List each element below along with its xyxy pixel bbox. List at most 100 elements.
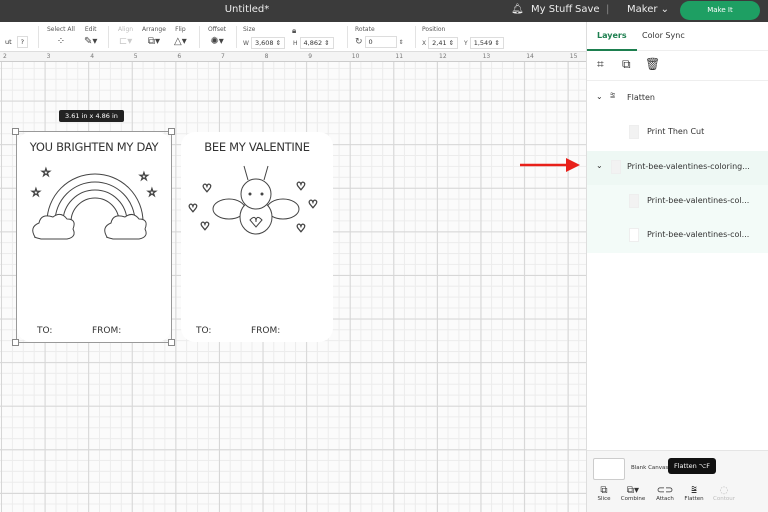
flatten-tooltip: Flatten ⌥F <box>668 458 717 474</box>
divider: | <box>606 4 610 15</box>
flatten-label: Flatten <box>684 496 704 502</box>
flatten-icon: ⩰ <box>691 485 697 496</box>
layer-thumbnail <box>611 160 621 174</box>
layer-bee-valentines-child[interactable]: Print-bee-valentines-col... <box>587 219 768 253</box>
position-label: Position <box>422 26 446 33</box>
resize-handle[interactable] <box>168 128 175 135</box>
select-all-label: Select All <box>47 26 75 33</box>
layer-thumbnail <box>629 194 639 208</box>
combine-icon: ⧉▾ <box>626 485 640 496</box>
operation-select[interactable]: ut <box>2 37 15 47</box>
combine-button[interactable]: ⧉▾ Combine <box>618 485 648 502</box>
select-all-button[interactable]: Select All ⁘ <box>47 26 75 47</box>
dimension-tooltip: 3.61 in x 4.86 in <box>59 110 124 122</box>
lock-icon[interactable]: 🔒︎ <box>292 26 296 36</box>
attach-button[interactable]: ⊂⊃ Attach <box>650 485 680 502</box>
my-stuff-link[interactable]: My Stuff <box>531 4 572 15</box>
flip-button[interactable]: Flip △▾ <box>174 26 187 47</box>
align-button[interactable]: Align ⊏▾ <box>118 26 133 47</box>
size-label: Size <box>243 26 256 33</box>
card-bee-my-valentine[interactable]: BEE MY VALENTINE ♡ ♡ ♡ ♡ ♡ ♡ TO: FROM: <box>181 132 333 342</box>
ruler-tick-label: 13 <box>482 53 491 60</box>
arrange-button[interactable]: Arrange ⧉▾ <box>142 26 166 47</box>
machine-label: Maker <box>627 4 658 15</box>
arrange-icon: ⧉▾ <box>147 36 161 47</box>
layer-thumbnail <box>629 228 639 242</box>
layer-print-then-cut[interactable]: Print Then Cut <box>587 116 768 150</box>
svg-text:♡: ♡ <box>296 222 306 235</box>
chevron-down-icon: ⌄ <box>660 4 670 15</box>
flip-icon: △▾ <box>174 36 187 47</box>
resize-handle[interactable] <box>168 339 175 346</box>
layers-panel: Layers Color Sync ⌗ ⧉ 🗑︎ ⌄ ⩰ Flatten Pri… <box>586 22 768 512</box>
from-label: FROM: <box>251 326 281 336</box>
y-value: 1,549 <box>473 39 493 47</box>
make-it-button[interactable]: Make It <box>680 1 760 20</box>
ruler-tick-label: 5 <box>133 53 138 60</box>
x-input[interactable]: 2,41 ⇕ <box>428 37 459 49</box>
edit-button[interactable]: Edit ✎▾ <box>84 26 97 47</box>
ruler-tick-label: 11 <box>395 53 404 60</box>
rotate-icon: ↻ <box>355 37 363 47</box>
tab-layers[interactable]: Layers <box>597 31 627 40</box>
y-label: Y <box>464 40 468 47</box>
combine-label: Combine <box>620 496 646 502</box>
height-input[interactable]: 4,862 ⇕ <box>299 37 334 49</box>
ruler-tick-label: 7 <box>221 53 225 60</box>
layer-thumbnail <box>629 125 639 139</box>
layer-label: Print Then Cut <box>647 127 705 136</box>
blank-canvas-swatch[interactable] <box>593 458 625 480</box>
chevron-down-icon[interactable]: ⌄ <box>596 92 603 101</box>
horizontal-ruler: 2 3 4 5 6 7 8 9 10 11 12 13 14 15 <box>0 52 586 62</box>
save-button[interactable]: Save <box>575 4 600 15</box>
attach-icon: ⊂⊃ <box>656 485 674 496</box>
resize-handle[interactable] <box>12 339 19 346</box>
ruler-tick-label: 6 <box>177 53 182 60</box>
contour-icon: ◌ <box>719 485 729 496</box>
chevron-down-icon[interactable]: ⌄ <box>596 161 603 170</box>
select-all-icon: ⁘ <box>56 36 66 47</box>
tab-color-sync[interactable]: Color Sync <box>642 31 685 40</box>
svg-text:♡: ♡ <box>308 198 318 211</box>
offset-button[interactable]: Offset ✺▾ <box>208 26 226 47</box>
ruler-tick-label: 9 <box>308 53 313 60</box>
ruler-tick-label: 2 <box>3 53 7 60</box>
trash-icon[interactable]: 🗑︎ <box>645 57 660 71</box>
machine-select[interactable]: Maker ⌄ <box>627 4 669 15</box>
group-icon[interactable]: ⌗ <box>597 57 604 72</box>
layer-label: Print-bee-valentines-coloring... <box>627 162 750 171</box>
slice-button[interactable]: ⧉ Slice <box>589 485 619 502</box>
ruler-tick-label: 10 <box>351 53 360 60</box>
contour-button[interactable]: ◌ Contour <box>709 485 739 502</box>
svg-text:♡: ♡ <box>200 220 210 233</box>
selection-box[interactable] <box>16 131 172 343</box>
help-button[interactable]: ? <box>16 36 29 48</box>
width-value: 3,608 <box>254 39 274 47</box>
ruler-tick-label: 4 <box>90 53 95 60</box>
slice-label: Slice <box>597 496 611 502</box>
layer-bee-valentines-group[interactable]: ⌄ Print-bee-valentines-coloring... <box>587 151 768 185</box>
width-input[interactable]: 3,608 ⇕ <box>250 37 286 49</box>
layer-flatten-group[interactable]: ⌄ ⩰ Flatten <box>587 82 768 116</box>
flip-label: Flip <box>175 26 186 33</box>
y-input[interactable]: 1,549 ⇕ <box>469 37 504 49</box>
bee-hearts-illustration: ♡♡♡♡♡♡ <box>188 165 318 236</box>
rotate-value: 0 <box>368 38 373 46</box>
height-label: H <box>292 40 298 47</box>
svg-text:♡: ♡ <box>296 180 306 193</box>
ruler-tick-label: 12 <box>439 53 447 60</box>
rotate-input[interactable]: 0 <box>364 36 397 48</box>
attach-label: Attach <box>656 496 674 502</box>
edit-toolbar: ut? Select All ⁘ Edit ✎▾ Align ⊏▾ Arrange ⧉▾… <box>0 22 586 52</box>
height-value: 4,862 <box>303 39 323 47</box>
rotate-label: Rotate <box>355 26 375 33</box>
arrange-label: Arrange <box>142 26 166 33</box>
layer-bee-valentines-child[interactable]: Print-bee-valentines-col... <box>587 185 768 219</box>
edit-label: Edit <box>84 26 97 33</box>
resize-handle[interactable] <box>12 128 19 135</box>
align-label: Align <box>118 26 134 33</box>
flatten-button[interactable]: ⩰ Flatten <box>679 485 709 502</box>
x-label: X <box>422 40 427 47</box>
bell-icon[interactable]: 🔔︎ <box>511 4 524 15</box>
duplicate-icon[interactable]: ⧉ <box>622 57 631 72</box>
